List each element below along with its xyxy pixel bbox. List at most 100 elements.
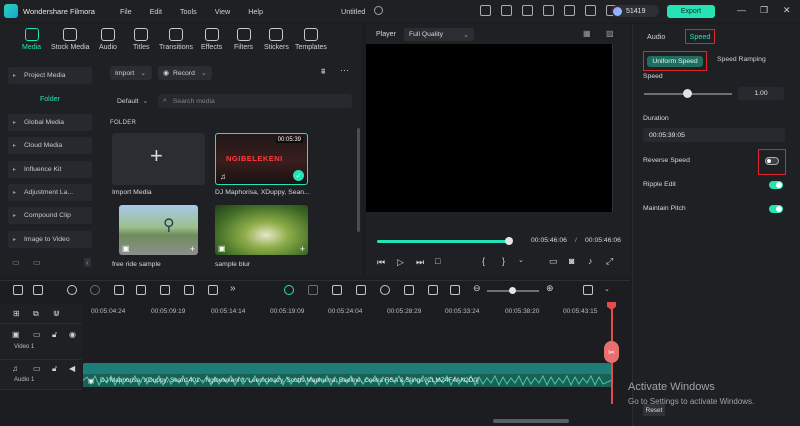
download-icon[interactable] [564, 5, 575, 16]
project-status-icon[interactable] [374, 6, 383, 15]
undo-icon[interactable] [67, 285, 77, 295]
monitor-icon[interactable] [501, 5, 512, 16]
mark-in-icon[interactable]: { [482, 256, 485, 266]
new-folder-icon[interactable]: ▭ [12, 258, 20, 267]
tab-filters[interactable]: Filters [234, 28, 253, 51]
split-scissors-icon[interactable]: ✂ [604, 341, 619, 363]
shield-icon[interactable] [356, 285, 366, 295]
credits-badge[interactable]: 51419 [611, 5, 659, 17]
media-item-free-ride[interactable]: ⚲ ▣ + [119, 205, 198, 255]
subtitle-icon[interactable] [428, 285, 438, 295]
delete-icon[interactable] [114, 285, 124, 295]
more-tools-icon[interactable]: » [230, 283, 236, 294]
snapshot-view-icon[interactable]: ▨ [606, 29, 614, 38]
tab-templates[interactable]: Templates [295, 28, 327, 51]
shape-icon[interactable] [208, 285, 218, 295]
mark-out-icon[interactable]: } [502, 256, 505, 266]
folder-icon[interactable]: ▭ [33, 330, 41, 339]
eye-icon[interactable]: ◉ [69, 330, 76, 339]
grid-icon[interactable] [585, 5, 596, 16]
import-media-tile[interactable]: + [112, 133, 205, 185]
record-dropdown[interactable]: ◉ Record ⌄ [158, 66, 212, 80]
audio-mix-icon[interactable] [404, 285, 414, 295]
tab-audio[interactable]: Audio [99, 28, 117, 51]
speed-ramping-tab[interactable]: Speed Ramping [717, 56, 766, 63]
menu-tools[interactable]: Tools [180, 7, 197, 16]
select-tool-icon[interactable] [33, 285, 43, 295]
reset-button[interactable]: Reset [643, 404, 665, 416]
speed-slider-handle[interactable] [683, 89, 692, 98]
collapse-sidebar-icon[interactable]: ‹ [84, 258, 91, 267]
maximize-icon[interactable]: ❐ [760, 5, 768, 16]
sidebar-item-global-media[interactable]: Global Media [8, 114, 92, 131]
progress-handle[interactable] [505, 237, 513, 245]
send-icon[interactable] [480, 5, 491, 16]
auto-highlight-icon[interactable] [284, 285, 294, 295]
sidebar-item-adjustment-layer[interactable]: Adjustment La... [8, 184, 92, 201]
link-icon[interactable]: ⧉ [33, 309, 39, 319]
sidebar-item-cloud-media[interactable]: Cloud Media [8, 137, 92, 154]
menu-help[interactable]: Help [248, 7, 263, 16]
more-chevron-icon[interactable]: ⌄ [518, 256, 524, 264]
close-icon[interactable]: ✕ [783, 5, 791, 16]
next-frame-icon[interactable]: ⏭ [416, 257, 424, 268]
video-clip[interactable] [83, 363, 611, 374]
ripple-edit-toggle[interactable] [769, 181, 783, 189]
media-item-dj-maphorisa[interactable]: 00:05:39 NGIBELEKENI ♫ ✓ [215, 133, 308, 185]
tab-effects[interactable]: Effects [201, 28, 222, 51]
filter-icon[interactable]: ⩩ [321, 67, 325, 77]
tab-media[interactable]: Media [22, 28, 41, 51]
layout-icon[interactable] [13, 285, 23, 295]
display-icon[interactable]: ▭ [549, 256, 558, 267]
render-icon[interactable] [308, 285, 318, 295]
lock-icon[interactable]: 🔓︎ [52, 330, 57, 340]
split-screen-icon[interactable] [450, 285, 460, 295]
export-button[interactable]: Export [667, 5, 715, 18]
stop-icon[interactable]: □ [435, 256, 440, 266]
folder-outline-icon[interactable]: ▭ [33, 258, 41, 267]
chevron-down-icon[interactable]: ⌄ [604, 285, 610, 293]
duration-input[interactable]: 00:05:39:05 [643, 128, 785, 142]
redo-icon[interactable] [90, 285, 100, 295]
add-track-icon[interactable]: ⊞ [13, 309, 20, 318]
tab-stickers[interactable]: Stickers [264, 28, 289, 51]
tab-audio-properties[interactable]: Audio [647, 32, 665, 41]
zoom-in-icon[interactable]: ⊕ [546, 283, 554, 294]
text-icon[interactable] [184, 285, 194, 295]
import-dropdown[interactable]: Import ⌄ [110, 66, 152, 80]
player-screen[interactable] [366, 44, 612, 212]
uniform-speed-tab[interactable]: Uniform Speed [643, 51, 707, 71]
sidebar-item-image-to-video[interactable]: Image to Video [8, 231, 92, 248]
prev-frame-icon[interactable]: ⏮ [377, 257, 385, 268]
add-icon[interactable]: + [190, 244, 195, 254]
media-item-sample-blur[interactable]: ▣ + [215, 205, 308, 255]
tab-titles[interactable]: Titles [133, 28, 149, 51]
speed-value-input[interactable]: 1.00 [738, 87, 784, 100]
speaker-icon[interactable]: ◀ [69, 364, 75, 373]
menu-view[interactable]: View [215, 7, 230, 16]
menu-edit[interactable]: Edit [150, 7, 162, 16]
microphone-icon[interactable] [380, 285, 390, 295]
sort-dropdown[interactable]: Default ⌄ [112, 94, 150, 108]
magnet-icon[interactable]: ⋓ [53, 309, 60, 318]
marker-icon[interactable] [332, 285, 342, 295]
tab-stock-media[interactable]: Stock Media [51, 28, 90, 51]
progress-track[interactable] [377, 237, 513, 245]
minimize-icon[interactable]: — [737, 5, 746, 15]
cut-icon[interactable] [136, 285, 146, 295]
timeline-scrollbar[interactable] [493, 419, 569, 423]
sidebar-item-influence-kit[interactable]: Influence Kit [8, 161, 92, 178]
maintain-pitch-toggle[interactable] [769, 205, 783, 213]
menu-file[interactable]: File [120, 7, 132, 16]
sidebar-item-folder[interactable]: Folder [40, 96, 60, 103]
search-input[interactable]: ⌕ Search media [158, 94, 352, 108]
tab-transitions[interactable]: Transitions [159, 28, 193, 51]
zoom-out-icon[interactable]: ⊖ [473, 283, 481, 294]
grid-view-icon[interactable]: ▦ [583, 29, 591, 38]
sidebar-item-project-media[interactable]: Project Media [8, 67, 92, 84]
crop-icon[interactable] [160, 285, 170, 295]
camera-icon[interactable]: ◙ [569, 256, 574, 266]
add-icon[interactable]: + [300, 244, 305, 254]
fullscreen-icon[interactable]: ⤢ [606, 256, 613, 267]
cloud-icon[interactable] [543, 5, 554, 16]
